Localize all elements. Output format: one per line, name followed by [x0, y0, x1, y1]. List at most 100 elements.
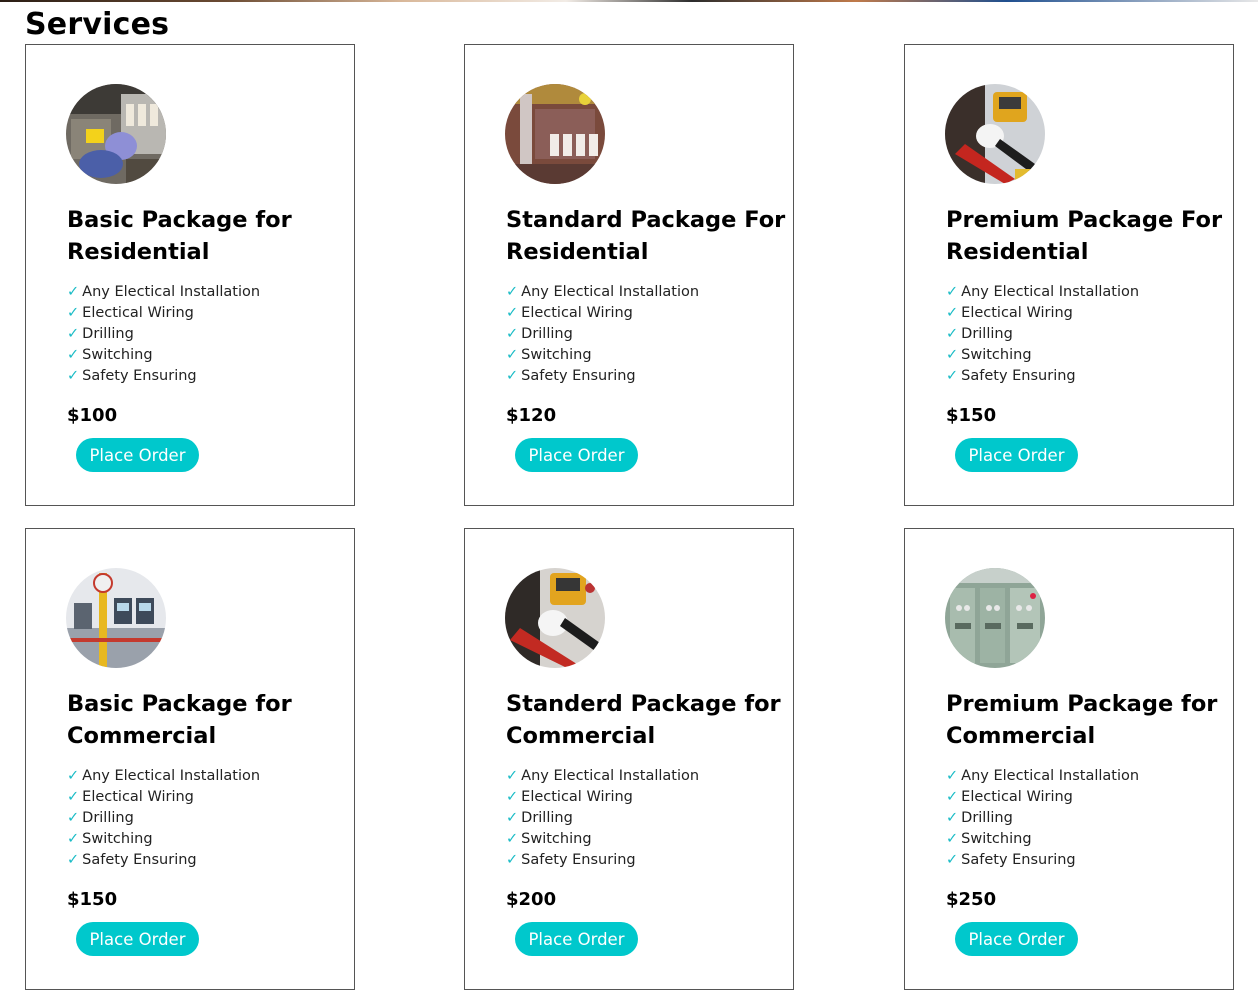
feature-item: ✓ Safety Ensuring	[506, 850, 699, 871]
place-order-button[interactable]: Place Order	[76, 438, 199, 472]
feature-label: Drilling	[521, 810, 573, 826]
feature-item: ✓ Safety Ensuring	[67, 850, 260, 871]
feature-item: ✓ Safety Ensuring	[67, 366, 260, 387]
check-icon: ✓	[506, 305, 519, 321]
check-icon: ✓	[946, 789, 959, 805]
price: $250	[946, 889, 997, 910]
feature-label: Drilling	[521, 326, 573, 342]
feature-label: Electical Wiring	[521, 789, 633, 805]
service-card-premium-commercial: Premium Package for Commercial ✓ Any Elec…	[904, 528, 1234, 990]
price: $150	[946, 405, 997, 426]
check-icon: ✓	[946, 768, 959, 784]
check-icon: ✓	[506, 852, 519, 868]
feature-item: ✓ Electical Wiring	[67, 303, 260, 324]
top-banner-strip	[0, 0, 1258, 2]
feature-item: ✓ Safety Ensuring	[946, 366, 1139, 387]
service-image	[505, 84, 605, 184]
check-icon: ✓	[506, 326, 519, 342]
feature-item: ✓ Drilling	[946, 324, 1139, 345]
feature-label: Safety Ensuring	[82, 368, 197, 384]
feature-item: ✓ Electical Wiring	[506, 303, 699, 324]
feature-item: ✓ Switching	[946, 345, 1139, 366]
feature-item: ✓ Any Electical Installation	[67, 282, 260, 303]
check-icon: ✓	[506, 810, 519, 826]
place-order-button[interactable]: Place Order	[76, 922, 199, 956]
feature-item: ✓ Drilling	[946, 808, 1139, 829]
feature-label: Electical Wiring	[521, 305, 633, 321]
feature-list: ✓ Any Electical Installation ✓ Electical W…	[67, 766, 260, 871]
price: $150	[67, 889, 118, 910]
check-icon: ✓	[67, 347, 80, 363]
check-icon: ✓	[946, 852, 959, 868]
check-icon: ✓	[67, 368, 80, 384]
page-title: Services	[25, 7, 170, 42]
feature-label: Switching	[82, 831, 153, 847]
feature-item: ✓ Any Electical Installation	[946, 766, 1139, 787]
check-icon: ✓	[67, 284, 80, 300]
feature-list: ✓ Any Electical Installation ✓ Electical W…	[946, 282, 1139, 387]
feature-label: Switching	[961, 831, 1032, 847]
feature-label: Drilling	[82, 326, 134, 342]
feature-item: ✓ Safety Ensuring	[946, 850, 1139, 871]
card-title: Premium Package for Commercial	[946, 691, 1218, 749]
feature-item: ✓ Electical Wiring	[67, 787, 260, 808]
check-icon: ✓	[67, 831, 80, 847]
check-icon: ✓	[946, 347, 959, 363]
service-card-standerd-commercial: Standerd Package for Commercial ✓ Any Ele…	[464, 528, 794, 990]
feature-label: Safety Ensuring	[521, 368, 636, 384]
check-icon: ✓	[946, 305, 959, 321]
feature-item: ✓ Drilling	[67, 808, 260, 829]
check-icon: ✓	[67, 852, 80, 868]
feature-list: ✓ Any Electical Installation ✓ Electical W…	[506, 282, 699, 387]
feature-label: Switching	[521, 347, 592, 363]
check-icon: ✓	[67, 768, 80, 784]
service-image	[66, 84, 166, 184]
service-card-premium-residential: Premium Package For Residential ✓ Any Ele…	[904, 44, 1234, 506]
check-icon: ✓	[946, 284, 959, 300]
feature-label: Any Electical Installation	[521, 284, 700, 300]
feature-label: Switching	[961, 347, 1032, 363]
feature-label: Switching	[82, 347, 153, 363]
feature-item: ✓ Switching	[506, 345, 699, 366]
feature-label: Any Electical Installation	[961, 768, 1140, 784]
feature-item: ✓ Drilling	[506, 324, 699, 345]
check-icon: ✓	[506, 768, 519, 784]
feature-item: ✓ Electical Wiring	[946, 787, 1139, 808]
check-icon: ✓	[506, 831, 519, 847]
service-card-basic-commercial: Basic Package for Commercial ✓ Any Electi…	[25, 528, 355, 990]
service-card-basic-residential: Basic Package for Residential ✓ Any Elect…	[25, 44, 355, 506]
check-icon: ✓	[506, 789, 519, 805]
feature-item: ✓ Switching	[506, 829, 699, 850]
check-icon: ✓	[946, 810, 959, 826]
feature-label: Drilling	[961, 326, 1013, 342]
feature-label: Any Electical Installation	[82, 768, 261, 784]
place-order-button[interactable]: Place Order	[955, 438, 1078, 472]
place-order-button[interactable]: Place Order	[515, 922, 638, 956]
feature-item: ✓ Switching	[67, 345, 260, 366]
card-title: Premium Package For Residential	[946, 207, 1223, 265]
place-order-button[interactable]: Place Order	[515, 438, 638, 472]
card-title: Basic Package for Commercial	[67, 691, 292, 749]
feature-label: Drilling	[961, 810, 1013, 826]
feature-item: ✓ Drilling	[67, 324, 260, 345]
service-image	[505, 568, 605, 668]
service-card-standard-residential: Standard Package For Residential ✓ Any El…	[464, 44, 794, 506]
service-image	[66, 568, 166, 668]
feature-label: Electical Wiring	[82, 789, 194, 805]
feature-item: ✓ Any Electical Installation	[946, 282, 1139, 303]
check-icon: ✓	[946, 368, 959, 384]
check-icon: ✓	[67, 810, 80, 826]
feature-item: ✓ Switching	[946, 829, 1139, 850]
feature-item: ✓ Electical Wiring	[946, 303, 1139, 324]
feature-label: Safety Ensuring	[961, 368, 1076, 384]
feature-item: ✓ Safety Ensuring	[506, 366, 699, 387]
feature-item: ✓ Drilling	[506, 808, 699, 829]
place-order-button[interactable]: Place Order	[955, 922, 1078, 956]
check-icon: ✓	[67, 789, 80, 805]
feature-label: Safety Ensuring	[82, 852, 197, 868]
price: $100	[67, 405, 118, 426]
feature-label: Any Electical Installation	[961, 284, 1140, 300]
price: $200	[506, 889, 557, 910]
feature-item: ✓ Any Electical Installation	[506, 282, 699, 303]
feature-list: ✓ Any Electical Installation ✓ Electical W…	[67, 282, 260, 387]
